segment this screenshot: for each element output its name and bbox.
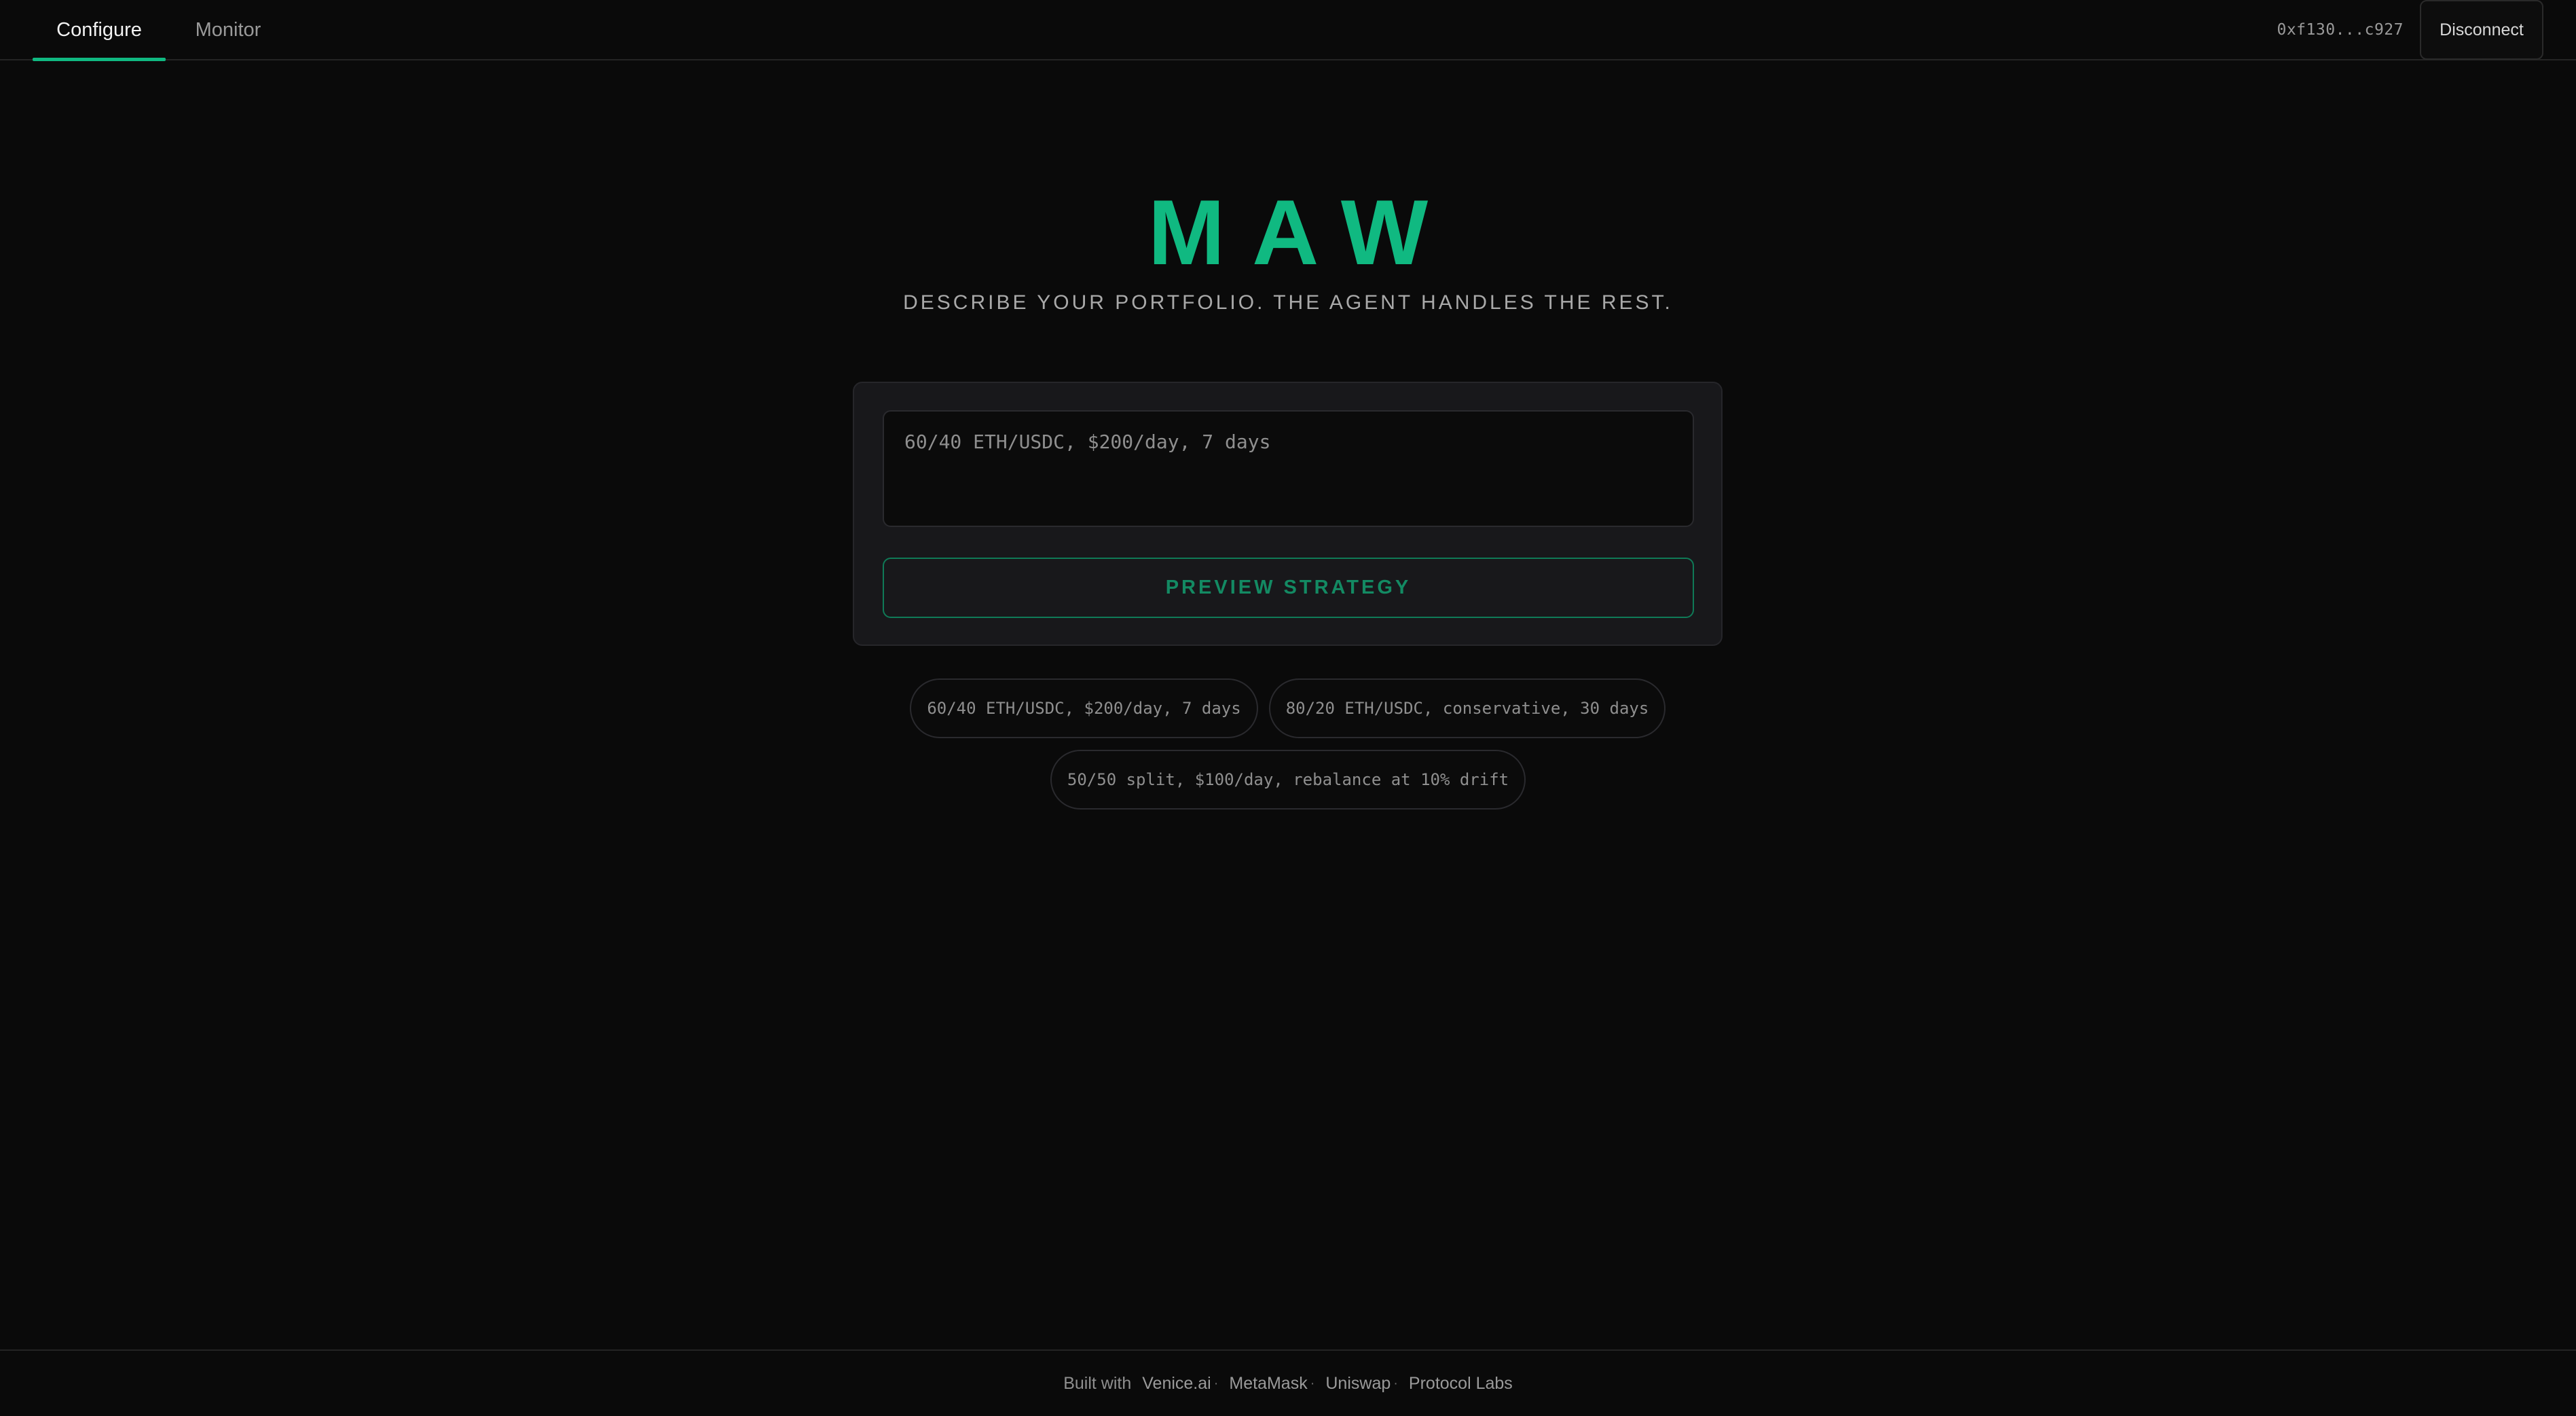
app-logo: MAW bbox=[1147, 181, 1456, 284]
tagline: DESCRIBE YOUR PORTFOLIO. THE AGENT HANDL… bbox=[903, 291, 1673, 314]
top-nav-bar: Configure Monitor 0xf130...c927 Disconne… bbox=[0, 0, 2576, 61]
disconnect-button[interactable]: Disconnect bbox=[2420, 0, 2543, 60]
suggestion-chip[interactable]: 50/50 split, $100/day, rebalance at 10% … bbox=[1050, 750, 1526, 810]
metamask-link[interactable]: MetaMask bbox=[1229, 1374, 1307, 1394]
preview-strategy-button[interactable]: PREVIEW STRATEGY bbox=[883, 558, 1694, 618]
tab-monitor[interactable]: Monitor bbox=[177, 0, 280, 60]
suggestion-chip[interactable]: 80/20 ETH/USDC, conservative, 30 days bbox=[1269, 678, 1666, 738]
built-with-label: Built with bbox=[1063, 1373, 1132, 1393]
separator: · bbox=[1310, 1375, 1315, 1391]
tab-configure[interactable]: Configure bbox=[33, 0, 166, 61]
suggestion-chip[interactable]: 60/40 ETH/USDC, $200/day, 7 days bbox=[910, 678, 1258, 738]
protocol-labs-link[interactable]: Protocol Labs bbox=[1409, 1374, 1513, 1394]
portfolio-prompt-input[interactable] bbox=[883, 410, 1694, 527]
wallet-address: 0xf130...c927 bbox=[2277, 21, 2404, 39]
uniswap-link[interactable]: Uniswap bbox=[1325, 1374, 1391, 1394]
separator: · bbox=[1393, 1375, 1398, 1391]
footer: Built with Venice.ai · MetaMask · Uniswa… bbox=[0, 1349, 2576, 1416]
strategy-composer: PREVIEW STRATEGY bbox=[853, 382, 1723, 646]
venice-link[interactable]: Venice.ai bbox=[1142, 1374, 1211, 1394]
separator: · bbox=[1213, 1375, 1219, 1391]
